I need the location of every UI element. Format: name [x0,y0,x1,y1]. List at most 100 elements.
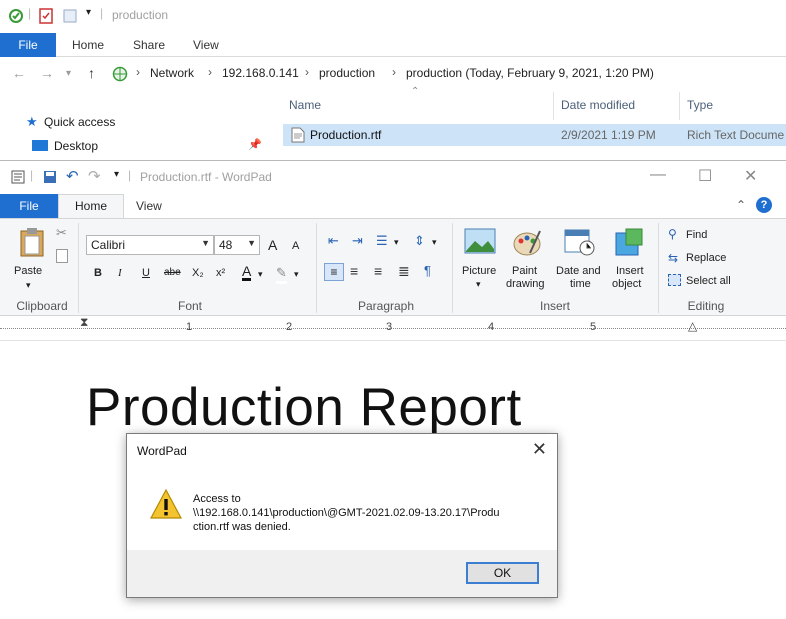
decrease-indent-icon[interactable]: ⇤ [328,233,339,249]
properties-icon[interactable] [8,8,24,24]
superscript-button[interactable]: x² [216,267,225,279]
insert-picture-button[interactable]: Picture [462,265,496,278]
address-bar[interactable]: ← → ▾ ↑ › Network › 192.168.0.141 › prod… [0,60,786,88]
wordpad-app-icon[interactable] [10,169,26,185]
paragraph-settings-icon[interactable]: ¶ [424,263,431,278]
chevron-down-icon[interactable]: ▾ [258,269,263,280]
bullets-icon[interactable]: ☰ [376,233,388,249]
crumb-network[interactable]: Network [150,66,194,80]
font-size-value: 48 [219,238,233,252]
justify-icon[interactable]: ≣ [398,263,410,280]
explorer-tab-home[interactable]: Home [72,33,104,57]
find-button[interactable]: Find [686,229,707,241]
paint-drawing-icon[interactable] [512,227,542,257]
forward-arrow-icon[interactable]: → [40,65,54,81]
nav-desktop[interactable]: Desktop [54,139,98,153]
underline-button[interactable]: U [142,267,150,279]
minimize-icon[interactable]: — [650,166,666,184]
paste-dropdown-icon[interactable]: ▾ [26,280,31,291]
group-label-clipboard: Clipboard [16,299,68,313]
date-time-label-2[interactable]: time [570,278,591,291]
undo-icon[interactable]: ↶ [66,167,79,185]
grow-font-icon[interactable]: A [268,237,277,253]
recent-dropdown-icon[interactable]: ▾ [66,68,71,79]
explorer-tab-view[interactable]: View [193,33,219,57]
crumb-ip[interactable]: 192.168.0.141 [222,66,299,80]
qat-dropdown-icon[interactable]: ▾ [114,169,119,180]
calendar-clock-icon[interactable] [564,227,596,257]
subscript-button[interactable]: X₂ [192,267,204,279]
insert-object-label-2[interactable]: object [612,278,641,291]
wordpad-tab-view[interactable]: View [136,194,162,218]
column-type[interactable]: Type [687,98,713,112]
column-divider[interactable] [679,92,680,120]
line-spacing-icon[interactable]: ⇕ [414,233,425,249]
message-line: Access to [193,493,241,505]
wordpad-tab-file[interactable]: File [0,194,58,218]
text-color-icon[interactable]: A [242,264,252,281]
font-size-combo[interactable]: 48 ▼ [214,235,260,255]
column-date-modified[interactable]: Date modified [561,98,635,112]
explorer-ribbon-tabs: File Home Share View [0,33,786,57]
align-right-icon[interactable]: ≡ [374,263,382,279]
align-center-icon[interactable]: ≡ [350,263,358,279]
nav-quick-access[interactable]: Quick access [44,115,115,129]
highlight-icon[interactable]: ✎ [276,265,287,284]
italic-button[interactable]: I [118,267,122,279]
paste-icon[interactable] [18,227,46,257]
save-icon[interactable] [42,169,58,185]
close-icon[interactable]: ✕ [532,439,547,460]
close-icon[interactable]: ✕ [744,166,757,186]
column-name[interactable]: Name [289,98,321,112]
paste-button[interactable]: Paste [14,265,42,278]
checklist-icon[interactable] [38,8,54,24]
qat-dropdown-icon[interactable]: ▾ [86,7,91,18]
new-folder-icon[interactable] [62,8,78,24]
collapse-ribbon-icon[interactable]: ⌃ [736,198,746,212]
insert-object-icon[interactable] [614,227,644,257]
up-arrow-icon[interactable]: ↑ [88,65,95,81]
copy-icon[interactable] [56,249,68,263]
ruler-track [0,328,786,329]
bold-button[interactable]: B [94,267,102,279]
group-label-font: Font [177,299,202,313]
crumb-separator: › [136,65,140,79]
paint-drawing-label-1[interactable]: Paint [512,265,537,278]
chevron-down-icon[interactable]: ▾ [476,279,481,290]
explorer-tab-share[interactable]: Share [133,33,165,57]
chevron-down-icon[interactable]: ▾ [294,269,299,280]
title-separator-2: | [100,6,104,20]
pin-icon[interactable]: 📌 [248,138,262,151]
dialog-title: WordPad [137,444,187,458]
crumb-production-snapshot[interactable]: production (Today, February 9, 2021, 1:2… [406,66,654,80]
paint-drawing-label-2[interactable]: drawing [506,278,545,291]
maximize-icon[interactable]: ☐ [698,166,712,186]
chevron-down-icon[interactable]: ▾ [432,237,437,248]
crumb-production[interactable]: production [319,66,375,80]
explorer-tab-file[interactable]: File [0,33,56,57]
chevron-down-icon: ▼ [247,238,256,248]
font-family-combo[interactable]: Calibri ▼ [86,235,214,255]
redo-icon[interactable]: ↷ [88,167,101,185]
shrink-font-icon[interactable]: A [292,240,299,252]
help-icon[interactable]: ? [756,197,772,213]
strikethrough-button[interactable]: abe [164,267,181,278]
desktop-icon [32,140,48,151]
back-arrow-icon[interactable]: ← [12,65,26,81]
ok-button[interactable]: OK [466,562,539,584]
ruler[interactable]: ⧗ 1 2 3 4 5 △ [0,315,786,341]
wordpad-tab-home[interactable]: Home [58,194,124,219]
table-row[interactable]: Production.rtf 2/9/2021 1:19 PM Rich Tex… [283,124,786,146]
indent-marker-icon[interactable]: ⧗ [80,315,88,330]
increase-indent-icon[interactable]: ⇥ [352,233,363,249]
chevron-down-icon[interactable]: ▾ [394,237,399,248]
column-divider[interactable] [553,92,554,120]
select-all-button[interactable]: Select all [686,275,731,287]
align-left-icon[interactable]: ≡ [324,263,344,281]
date-time-label-1[interactable]: Date and [556,265,601,278]
replace-button[interactable]: Replace [686,252,726,264]
right-indent-marker-icon[interactable]: △ [688,319,697,333]
picture-icon[interactable] [464,227,496,255]
cut-icon[interactable]: ✂ [56,225,67,241]
insert-object-label-1[interactable]: Insert [616,265,644,278]
